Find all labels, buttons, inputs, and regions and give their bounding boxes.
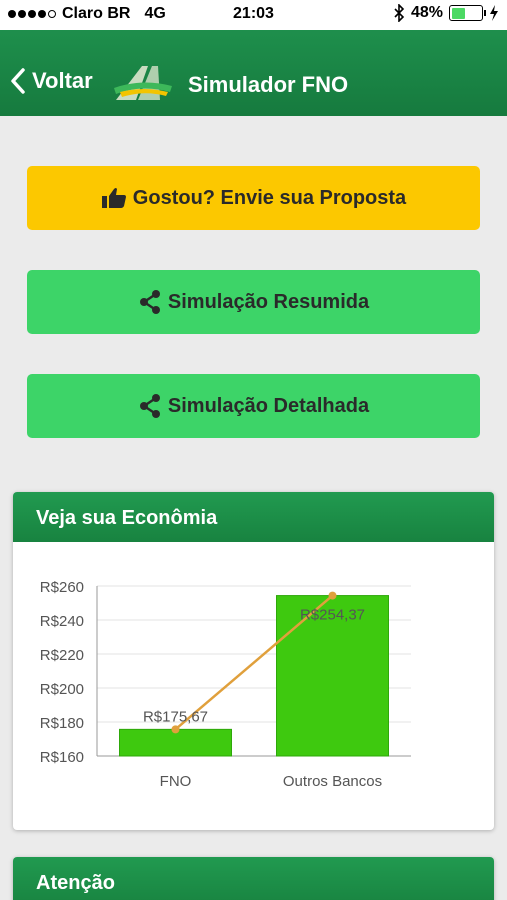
back-button[interactable]: Voltar: [10, 68, 93, 94]
thumbs-up-icon: [101, 188, 126, 208]
navigation-bar: Voltar Simulador FNO: [0, 30, 507, 116]
detailed-simulation-label: Simulação Detalhada: [167, 394, 370, 417]
share-icon: [139, 290, 160, 314]
data-label: R$254,37: [300, 607, 365, 624]
summary-simulation-label: Simulação Resumida: [167, 290, 370, 313]
y-tick-label: R$200: [40, 681, 84, 698]
attention-card: Atenção: [13, 857, 494, 900]
line-point: [171, 725, 180, 734]
attention-card-title: Atenção: [13, 857, 494, 900]
y-tick-label: R$240: [40, 613, 84, 630]
send-proposal-button[interactable]: Gostou? Envie sua Proposta: [27, 166, 480, 230]
summary-simulation-button[interactable]: Simulação Resumida: [27, 270, 480, 334]
savings-card-title: Veja sua Econômia: [13, 492, 494, 542]
share-icon: [139, 394, 160, 418]
y-tick-label: R$260: [40, 579, 84, 596]
battery-icon: [449, 5, 486, 21]
back-label: Voltar: [32, 68, 93, 93]
y-tick-label: R$180: [40, 715, 84, 732]
data-label: R$175,67: [143, 708, 208, 725]
y-tick-label: R$220: [40, 647, 84, 664]
bluetooth-icon: [394, 4, 405, 22]
line-point: [328, 591, 337, 600]
detailed-simulation-button[interactable]: Simulação Detalhada: [27, 374, 480, 438]
send-proposal-label: Gostou? Envie sua Proposta: [132, 186, 407, 209]
savings-chart: R$160 R$180 R$200 R$220 R$240 R$260 FNO Outros …: [40, 579, 411, 790]
page-title: Simulador FNO: [188, 72, 349, 97]
battery-percent: 48%: [410, 4, 443, 21]
fno-logo-icon: [114, 66, 172, 100]
x-tick-label: Outros Bancos: [283, 773, 382, 790]
y-tick-label: R$160: [40, 749, 84, 766]
charging-icon: [490, 5, 498, 21]
x-tick-label: FNO: [160, 773, 192, 790]
status-bar: Claro BR 4G 21:03 48%: [0, 0, 507, 30]
savings-card: Veja sua Econômia R$160 R$180 R$200 R$220 R$…: [13, 492, 494, 830]
chevron-left-icon: [11, 68, 25, 94]
